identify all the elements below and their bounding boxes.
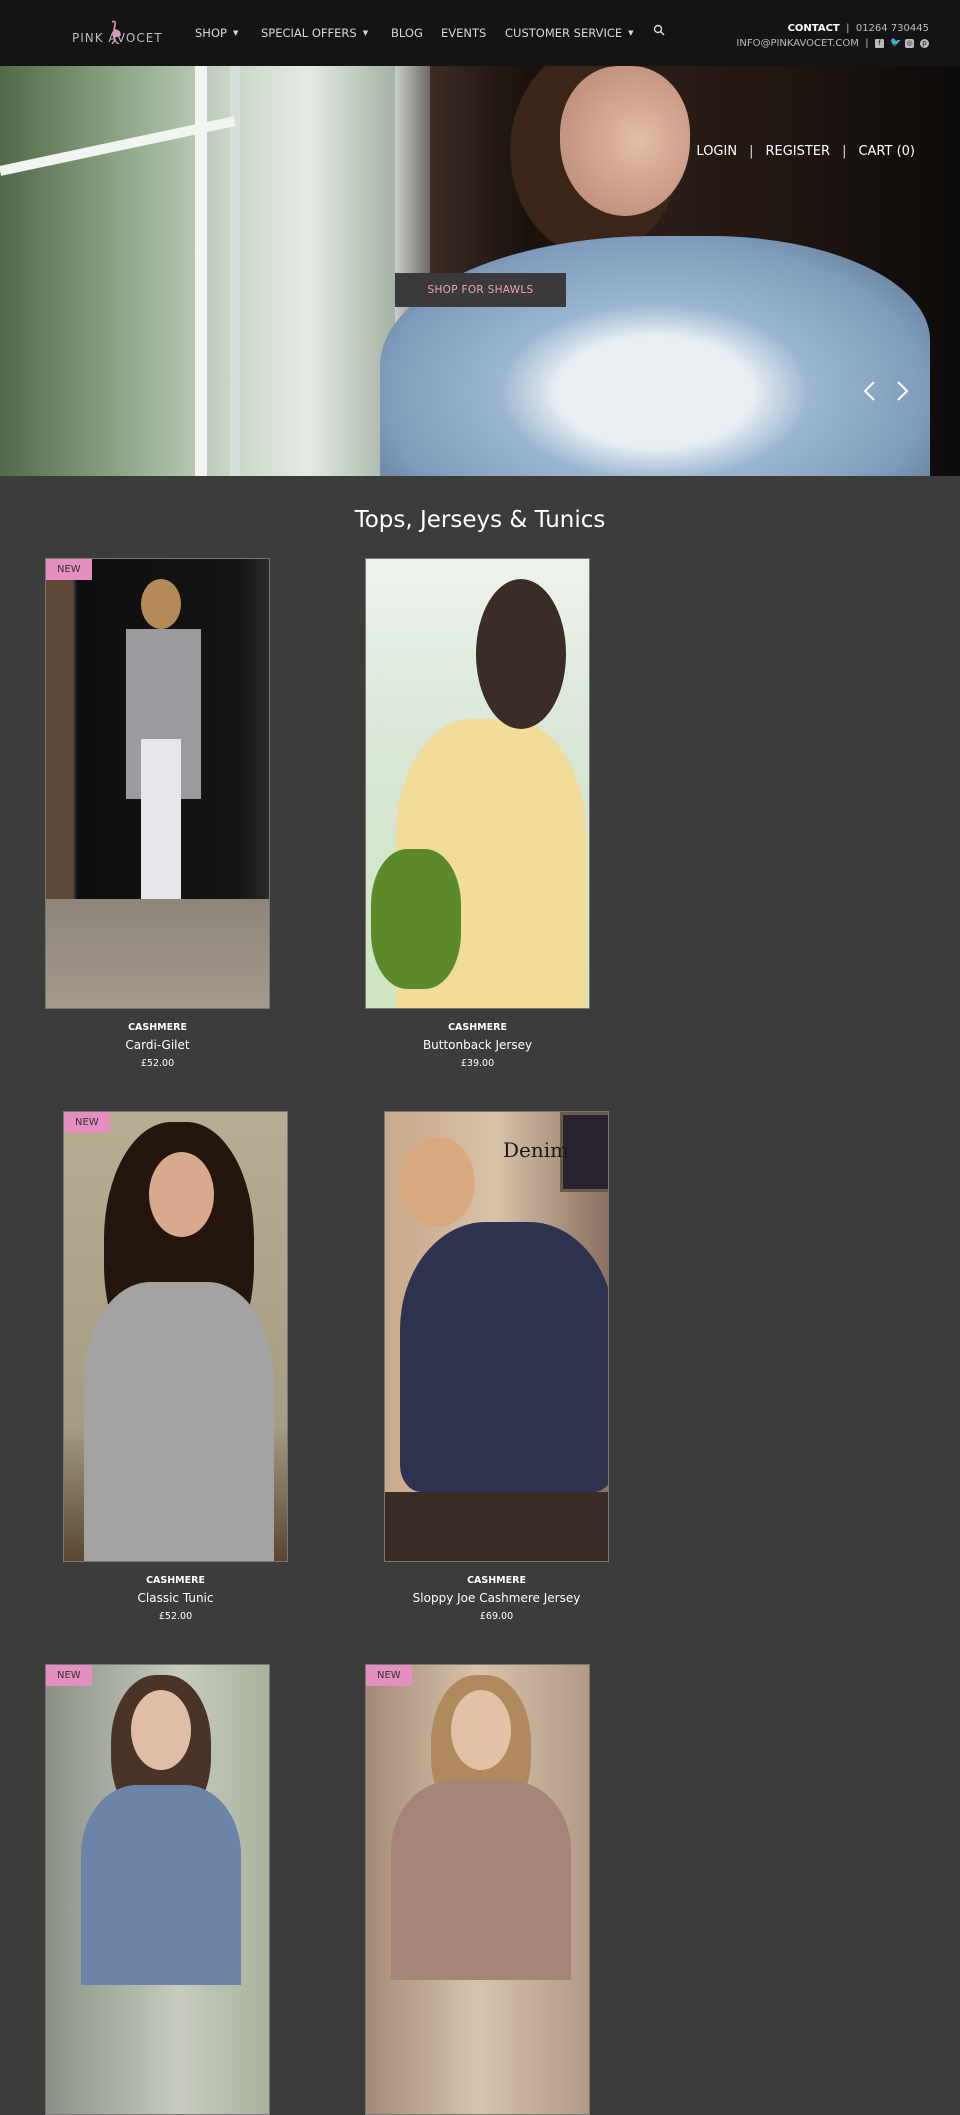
- product-category: CASHMERE: [448, 1022, 507, 1033]
- product-name[interactable]: Classic Tunic: [63, 1591, 288, 1605]
- shop-for-shawls-button[interactable]: SHOP FOR SHAWLS: [395, 273, 566, 307]
- twitter-icon[interactable]: 🐦: [890, 38, 901, 48]
- product-card[interactable]: NEW: [45, 1664, 270, 2115]
- email-link[interactable]: INFO@PINKAVOCET.COM: [736, 38, 859, 49]
- cart-link[interactable]: CART (0): [858, 144, 915, 159]
- product-card[interactable]: NEW CASHMERE Classic Tunic £52.00: [63, 1111, 288, 1622]
- hero-banner: LOGIN | REGISTER | CART (0): [0, 66, 960, 476]
- product-card[interactable]: CASHMERE Buttonback Jersey £39.00: [365, 558, 590, 1069]
- product-category: CASHMERE: [146, 1575, 205, 1586]
- product-image[interactable]: NEW: [63, 1111, 288, 1562]
- contact-link[interactable]: CONTACT: [788, 23, 840, 34]
- nav-blog[interactable]: BLOG: [391, 26, 423, 40]
- register-link[interactable]: REGISTER: [765, 144, 830, 159]
- new-badge: NEW: [46, 559, 92, 580]
- nav-label: CUSTOMER SERVICE: [505, 26, 623, 40]
- product-image[interactable]: [365, 558, 590, 1009]
- nav-label: SHOP: [195, 26, 227, 40]
- caret-down-icon: ▼: [628, 29, 634, 37]
- product-price: £69.00: [479, 1611, 514, 1622]
- phone-number[interactable]: 01264 730445: [856, 23, 929, 34]
- pinterest-icon[interactable]: p: [920, 38, 929, 48]
- product-price: £52.00: [158, 1611, 193, 1622]
- product-name[interactable]: Cardi-Gilet: [45, 1038, 270, 1052]
- nav-label: EVENTS: [441, 26, 487, 40]
- caret-down-icon: ▼: [232, 29, 239, 37]
- product-image[interactable]: NEW: [45, 558, 270, 1009]
- product-image[interactable]: Denim: [384, 1111, 609, 1562]
- image-caption: Denim: [503, 1138, 570, 1162]
- search-icon[interactable]: [653, 24, 665, 39]
- logo[interactable]: PINK AVOCET: [70, 20, 175, 48]
- nav-label: SPECIAL OFFERS: [261, 26, 357, 40]
- nav-customer-service[interactable]: CUSTOMER SERVICE ▼: [505, 26, 634, 40]
- product-category: CASHMERE: [128, 1022, 187, 1033]
- site-header: PINK AVOCET SHOP ▼ SPECIAL OFFERS ▼ BLOG E…: [0, 0, 960, 66]
- previous-slide-icon[interactable]: [862, 380, 876, 404]
- nav-events[interactable]: EVENTS: [441, 26, 486, 40]
- collection-title: Tops, Jerseys & Tunics: [354, 507, 606, 533]
- instagram-icon[interactable]: ◎: [905, 38, 914, 48]
- product-name[interactable]: Buttonback Jersey: [365, 1038, 590, 1052]
- product-image[interactable]: NEW: [45, 1664, 270, 2115]
- login-link[interactable]: LOGIN: [696, 144, 737, 159]
- facebook-icon[interactable]: f: [875, 38, 884, 48]
- nav-special-offers[interactable]: SPECIAL OFFERS ▼: [261, 26, 368, 40]
- nav-label: BLOG: [391, 26, 423, 40]
- product-name[interactable]: Sloppy Joe Cashmere Jersey: [384, 1591, 609, 1605]
- new-badge: NEW: [366, 1665, 412, 1686]
- logo-text: PINK AVOCET: [72, 31, 163, 45]
- new-badge: NEW: [46, 1665, 92, 1686]
- next-slide-icon[interactable]: [896, 380, 910, 404]
- nav-shop[interactable]: SHOP ▼: [195, 26, 238, 40]
- new-badge: NEW: [64, 1112, 110, 1133]
- account-links: LOGIN | REGISTER | CART (0): [696, 144, 915, 159]
- product-price: £52.00: [140, 1058, 175, 1069]
- product-price: £39.00: [460, 1058, 495, 1069]
- product-card[interactable]: NEW: [365, 1664, 590, 2115]
- contact-block: CONTACT | 01264 730445 INFO@PINKAVOCET.C…: [736, 23, 929, 49]
- caret-down-icon: ▼: [362, 29, 369, 37]
- product-card[interactable]: NEW CASHMERE Cardi-Gilet £52.00: [45, 558, 270, 1069]
- product-image[interactable]: NEW: [365, 1664, 590, 2115]
- product-category: CASHMERE: [467, 1575, 526, 1586]
- product-card[interactable]: Denim CASHMERE Sloppy Joe Cashmere Jerse…: [384, 1111, 609, 1622]
